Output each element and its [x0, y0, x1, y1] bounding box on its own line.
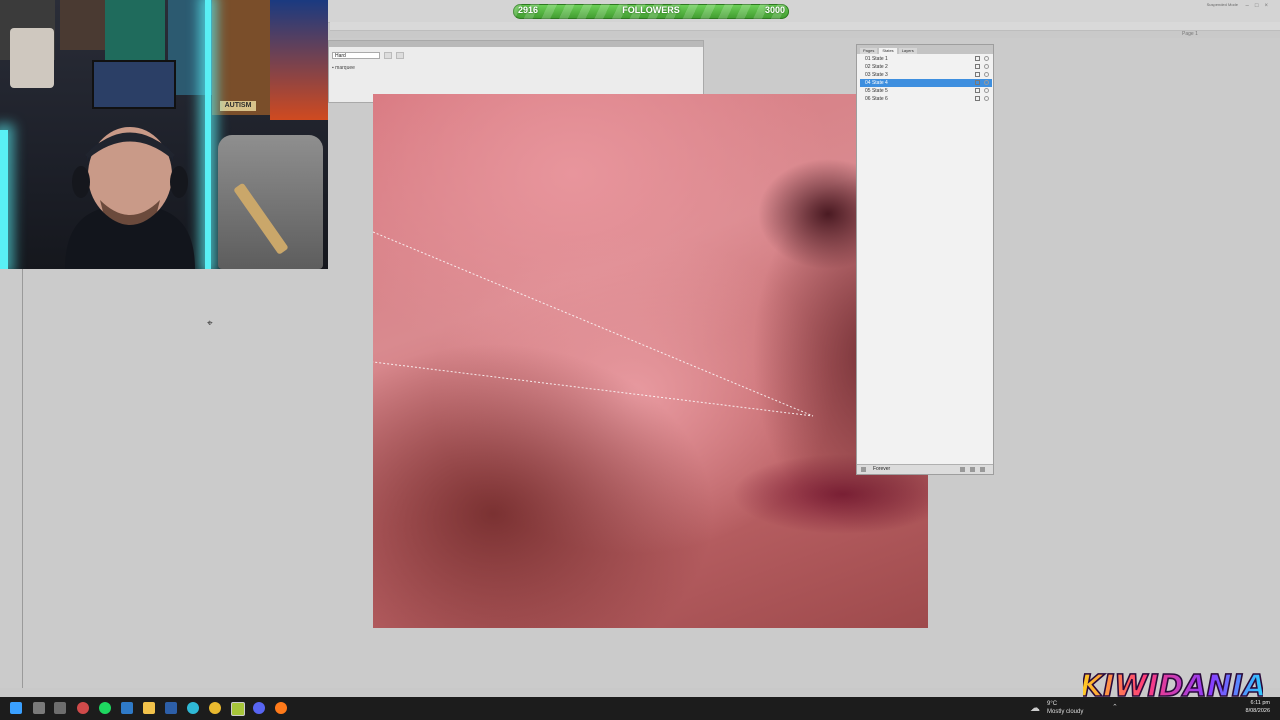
keyframe-icon[interactable]	[975, 88, 980, 93]
feather-field[interactable]	[384, 52, 392, 59]
tab-states[interactable]: States	[879, 48, 897, 54]
new-state-icon[interactable]	[960, 467, 965, 472]
app-blue-icon[interactable]	[165, 702, 177, 714]
state-label: 02 State 2	[865, 64, 888, 70]
app-red-icon[interactable]	[77, 702, 89, 714]
weather-temperature: 9°C	[1047, 701, 1058, 707]
cat-picture	[10, 28, 54, 88]
app-status-text: Suspended Mode	[1206, 2, 1238, 7]
taskbar-clock[interactable]: 6:11 pm 8/08/2026	[1246, 699, 1270, 715]
streamer	[65, 127, 195, 269]
wall-poster	[212, 0, 270, 115]
edge-dropdown[interactable]: Hard	[332, 52, 380, 59]
edge-option-button[interactable]	[396, 52, 404, 59]
state-item[interactable]: 05 State 5	[860, 87, 992, 95]
keyframe-icon[interactable]	[975, 56, 980, 61]
keyframe-icon[interactable]	[975, 80, 980, 85]
clock-date: 8/08/2026	[1245, 708, 1270, 714]
security-icon[interactable]	[54, 702, 66, 714]
minimize-icon[interactable]: –	[1246, 3, 1255, 9]
states-panel-footer: Forever	[857, 464, 993, 474]
followers-label: FOLLOWERS	[622, 5, 680, 15]
visibility-icon[interactable]	[984, 64, 989, 69]
state-label: 04 State 4	[865, 80, 888, 86]
task-view-icon[interactable]	[33, 702, 45, 714]
wall-poster	[105, 0, 165, 60]
weather-description: Mostly cloudy	[1047, 709, 1084, 715]
chrome-icon[interactable]	[209, 702, 221, 714]
property-inspector-header[interactable]	[329, 41, 703, 47]
state-label: 03 State 3	[865, 72, 888, 78]
state-label: 05 State 5	[865, 88, 888, 94]
clock-time: 6:11 pm	[1250, 700, 1270, 706]
keyframe-icon[interactable]	[975, 64, 980, 69]
states-panel-tabs: Pages States Layers	[857, 45, 993, 54]
state-item[interactable]: 06 State 6	[860, 95, 992, 103]
keyframe-icon[interactable]	[975, 96, 980, 101]
system-tray[interactable]: ⌃	[1112, 703, 1118, 711]
chevron-up-icon[interactable]: ⌃	[1112, 704, 1118, 711]
state-item[interactable]: 01 State 1	[860, 55, 992, 63]
spotify-icon[interactable]	[99, 702, 111, 714]
fireworks-icon[interactable]	[231, 702, 245, 716]
poster-caption: AUTISM	[220, 101, 256, 111]
state-item-selected[interactable]: 04 State 4	[860, 79, 992, 87]
state-item[interactable]: 02 State 2	[860, 63, 992, 71]
windows-taskbar	[0, 697, 1280, 720]
tab-layers[interactable]: Layers	[898, 48, 917, 54]
window-controls[interactable]: –□×	[1246, 3, 1274, 9]
wall-poster	[60, 0, 110, 50]
followers-goal-count: 3000	[764, 5, 785, 15]
tab-pages[interactable]: Pages	[860, 48, 878, 54]
keyframe-icon[interactable]	[975, 72, 980, 77]
windows-start-icon[interactable]	[10, 702, 22, 714]
states-list: 01 State 1 02 State 2 03 State 3 04 Stat…	[860, 55, 992, 103]
marquee-option-label: marquee	[335, 65, 355, 71]
edge-icon[interactable]	[187, 702, 199, 714]
file-explorer-icon[interactable]	[143, 702, 155, 714]
state-label: 01 State 1	[865, 56, 888, 62]
states-panel: Pages States Layers 01 State 1 02 State …	[856, 44, 994, 475]
marquee-option[interactable]: ▪ marquee	[332, 65, 355, 71]
close-icon[interactable]: ×	[1264, 3, 1274, 9]
loop-icon[interactable]	[861, 467, 866, 472]
lasso-selection	[373, 231, 814, 417]
monitor	[92, 60, 176, 109]
webcam-overlay: AUTISM	[0, 0, 328, 269]
visibility-icon[interactable]	[984, 88, 989, 93]
mouse-cursor-icon: ⌖	[207, 318, 213, 329]
firefox-icon[interactable]	[275, 702, 287, 714]
discord-icon[interactable]	[253, 702, 265, 714]
visibility-icon[interactable]	[984, 96, 989, 101]
visibility-icon[interactable]	[984, 80, 989, 85]
document-tab-bar	[330, 22, 1280, 31]
visibility-icon[interactable]	[984, 56, 989, 61]
led-strip	[0, 130, 8, 269]
selection-marquee-outline	[373, 231, 814, 417]
followers-goal-bar: 2916 FOLLOWERS 3000	[513, 4, 789, 19]
duplicate-state-icon[interactable]	[970, 467, 975, 472]
cloud-icon: ☁	[1030, 703, 1040, 714]
tools-panel-edge	[22, 268, 23, 688]
gaming-chair	[218, 135, 323, 269]
app-blue-icon[interactable]	[121, 702, 133, 714]
state-item[interactable]: 03 State 3	[860, 71, 992, 79]
delete-state-icon[interactable]	[980, 467, 985, 472]
loop-mode-label[interactable]: Forever	[873, 465, 890, 474]
page-indicator[interactable]: Page 1	[1182, 31, 1198, 37]
visibility-icon[interactable]	[984, 72, 989, 77]
state-label: 06 State 6	[865, 96, 888, 102]
document-canvas[interactable]	[373, 94, 928, 628]
movie-poster	[270, 0, 328, 120]
